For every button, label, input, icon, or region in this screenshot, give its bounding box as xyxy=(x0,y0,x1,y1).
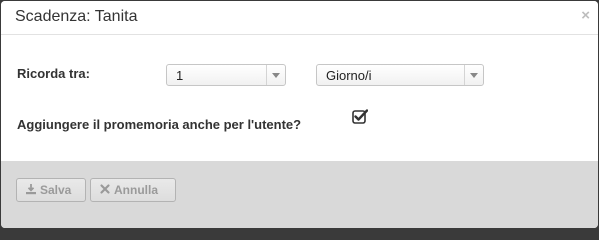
checkbox-checked-icon[interactable] xyxy=(352,108,368,124)
reminder-dialog: Scadenza: Tanita × Ricorda tra: 1 Giorno… xyxy=(1,1,598,228)
amount-select-value: 1 xyxy=(176,68,184,83)
dialog-titlebar: Scadenza: Tanita × xyxy=(1,1,598,35)
chevron-down-icon xyxy=(464,65,483,85)
unit-select-value: Giorno/i xyxy=(326,68,372,83)
cancel-button[interactable]: Annulla xyxy=(90,178,176,202)
unit-select[interactable]: Giorno/i xyxy=(316,64,484,86)
save-button[interactable]: Salva xyxy=(16,178,86,202)
dialog-title: Scadenza: Tanita xyxy=(15,8,138,25)
x-icon xyxy=(100,184,110,194)
dialog-body: Ricorda tra: 1 Giorno/i Aggiungere il pr… xyxy=(1,35,598,161)
cancel-button-label: Annulla xyxy=(114,183,158,197)
remind-label: Ricorda tra: xyxy=(17,66,90,81)
user-reminder-label: Aggiungere il promemoria anche per l'ute… xyxy=(17,117,302,132)
dialog-footer: Salva Annulla xyxy=(1,161,598,228)
download-icon xyxy=(26,184,36,195)
close-icon[interactable]: × xyxy=(581,8,590,23)
chevron-down-icon xyxy=(266,65,285,85)
save-button-label: Salva xyxy=(40,183,72,197)
amount-select[interactable]: 1 xyxy=(166,64,286,86)
